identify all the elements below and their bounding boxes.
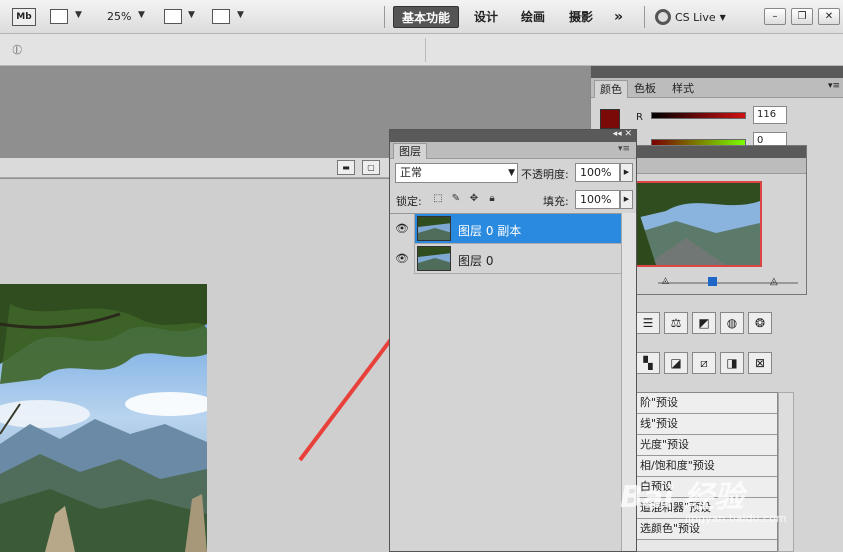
chevron-down-icon: ▼ — [508, 168, 515, 178]
red-channel-slider[interactable] — [651, 112, 746, 119]
vibrance-icon[interactable]: ◍ — [720, 312, 744, 334]
layer-row[interactable]: 👁︎ 图层 0 — [390, 244, 621, 274]
threshold-icon[interactable]: ⧄ — [692, 352, 716, 374]
blend-mode-value: 正常 — [400, 166, 422, 179]
visibility-cell[interactable]: 👁︎ — [390, 244, 415, 274]
lock-pixels-icon[interactable]: ✎ — [450, 193, 462, 205]
canvas-photo — [0, 284, 207, 552]
preset-exposure[interactable]: 光度"预设 — [637, 435, 777, 456]
tab-layers[interactable]: 图层 — [393, 143, 427, 159]
lock-label: 锁定: — [396, 195, 422, 208]
tab-styles[interactable]: 样式 — [667, 80, 699, 98]
layer-name[interactable]: 图层 0 副本 — [458, 222, 521, 239]
layer-thumbnail — [417, 216, 451, 241]
lock-all-icon[interactable]: 🔒︎ — [486, 193, 498, 205]
screen-mode-icon[interactable] — [212, 9, 230, 24]
chevron-down-icon[interactable]: ▼ — [237, 10, 244, 20]
layer-thumbnail — [417, 246, 451, 271]
layers-tabbar: 图层 ▾≡ — [390, 142, 636, 159]
tab-color[interactable]: 颜色 — [594, 80, 628, 98]
adjustments-row-2: ▚ ◪ ⧄ ◨ ⊠ — [636, 352, 776, 376]
workspace-design-button[interactable]: 设计 — [466, 6, 506, 28]
options-bar: ⦶ — [0, 34, 843, 66]
tab-swatches[interactable]: 色板 — [629, 80, 661, 98]
fill-stepper-icon[interactable]: ▶ — [620, 190, 633, 209]
lock-position-icon[interactable]: ✥ — [468, 193, 480, 205]
opacity-stepper-icon[interactable]: ▶ — [620, 163, 633, 182]
panel-menu-icon[interactable]: ▾≡ — [828, 81, 840, 91]
color-panel-tabs: 颜色 色板 样式 ▾≡ — [591, 78, 843, 98]
zoom-slider-thumb[interactable] — [708, 277, 717, 286]
preset-levels[interactable]: 阶"预设 — [637, 393, 777, 414]
eye-icon[interactable]: 👁︎ — [394, 222, 410, 236]
workspace-photography-button[interactable]: 摄影 — [561, 6, 601, 28]
divider — [644, 6, 645, 28]
chevron-down-icon: ▼ — [719, 12, 726, 22]
workspace-essentials-button[interactable]: 基本功能 — [393, 6, 460, 28]
layers-panel: ◂◂ ✕ 图层 ▾≡ 正常 ▼ 不透明度: 100% ▶ 锁定: ⬚ ✎ ✥ 🔒… — [389, 129, 637, 552]
doc-restore-button[interactable]: ▢ — [362, 160, 380, 175]
watermark-url: jingyan.baidu.com — [685, 512, 787, 525]
arrange-documents-icon[interactable] — [164, 9, 182, 24]
cs-live-label: CS Live — [675, 10, 716, 24]
lock-transparent-icon[interactable]: ⬚ — [432, 193, 444, 205]
film-strip-icon[interactable] — [50, 9, 68, 24]
color-balance-icon[interactable]: ❂ — [748, 312, 772, 334]
chevron-down-icon[interactable]: ▼ — [75, 10, 82, 20]
chevron-down-icon[interactable]: ▼ — [188, 10, 195, 20]
fill-input[interactable]: 100% — [575, 190, 620, 209]
more-workspaces-icon[interactable]: » — [606, 6, 631, 28]
blend-mode-select[interactable]: 正常 ▼ — [395, 163, 518, 183]
invert-icon[interactable]: ⊠ — [748, 352, 772, 374]
preset-curves[interactable]: 线"预设 — [637, 414, 777, 435]
layers-list: 👁︎ 图层 0 副本 👁︎ 图层 0 — [390, 213, 621, 551]
zoom-level[interactable]: 25% — [107, 10, 131, 23]
zoom-out-icon[interactable]: ◬ — [662, 276, 669, 286]
presets-scrollbar[interactable] — [778, 392, 794, 552]
opacity-label: 不透明度: — [521, 168, 569, 181]
zoom-in-icon[interactable]: ◬ — [770, 276, 778, 287]
lock-icons: ⬚ ✎ ✥ 🔒︎ — [432, 193, 498, 205]
minimize-button[interactable]: – — [764, 8, 786, 25]
opacity-input[interactable]: 100% — [575, 163, 620, 182]
layer-name[interactable]: 图层 0 — [458, 252, 493, 269]
visibility-cell[interactable]: 👁︎ — [390, 214, 415, 244]
navigator-thumbnail[interactable] — [634, 181, 762, 267]
tool-preset-icon[interactable]: ⦶ — [12, 42, 22, 58]
foreground-color-swatch[interactable] — [600, 109, 620, 129]
dock-header — [591, 66, 843, 78]
red-channel-label: R — [636, 112, 643, 123]
cs-live-icon — [655, 9, 671, 25]
layers-panel-header[interactable]: ◂◂ ✕ — [390, 129, 636, 142]
navigator-header — [634, 146, 806, 158]
red-channel-value[interactable]: 116 — [753, 106, 787, 124]
cs-live-menu[interactable]: CS Live ▼ — [655, 9, 726, 25]
divider — [384, 6, 385, 28]
mini-bridge-button[interactable]: Mb — [12, 8, 36, 26]
fill-label: 填充: — [543, 195, 569, 208]
baidu-watermark-logo: Bai 经验 — [620, 480, 744, 515]
layer-row[interactable]: 👁︎ 图层 0 副本 — [390, 214, 621, 244]
close-button[interactable]: ✕ — [818, 8, 840, 25]
divider — [425, 38, 426, 62]
exposure-icon[interactable]: ◩ — [692, 312, 716, 334]
adjustments-row-1: ☰ ⚖ ◩ ◍ ❂ — [636, 312, 776, 336]
navigator-tabbar — [634, 158, 806, 174]
curves-icon[interactable]: ⚖ — [664, 312, 688, 334]
gradient-map-icon[interactable]: ◪ — [664, 352, 688, 374]
application-bar: Mb ▼ 25% ▼ ▼ ▼ 基本功能 设计 绘画 摄影 » CS Live ▼… — [0, 0, 843, 34]
navigator-panel: ◬ ◬ — [633, 145, 807, 295]
doc-minimize-button[interactable]: ▬ — [337, 160, 355, 175]
collapse-close-icons[interactable]: ◂◂ ✕ — [613, 129, 632, 139]
selective-color-icon[interactable]: ◨ — [720, 352, 744, 374]
levels-icon[interactable]: ☰ — [636, 312, 660, 334]
chevron-down-icon[interactable]: ▼ — [138, 10, 145, 20]
restore-button[interactable]: ❐ — [791, 8, 813, 25]
photo-filter-icon[interactable]: ▚ — [636, 352, 660, 374]
workspace-painting-button[interactable]: 绘画 — [513, 6, 553, 28]
eye-icon[interactable]: 👁︎ — [394, 252, 410, 266]
panel-menu-icon[interactable]: ▾≡ — [618, 144, 630, 154]
